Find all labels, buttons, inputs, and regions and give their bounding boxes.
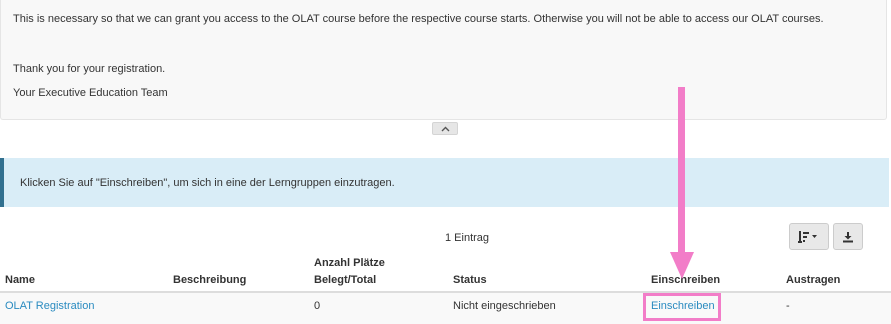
message-line: This is necessary so that we can grant y… [13,13,824,25]
column-header-anzahl-line2: Belegt/Total [314,274,377,286]
entry-count: 1 Eintrag [445,232,490,244]
einschreiben-link[interactable]: Einschreiben [651,300,715,312]
sort-button[interactable] [789,223,829,250]
row-anzahl: 0 [314,300,321,312]
column-header-beschreibung[interactable]: Beschreibung [173,273,246,288]
row-name-link[interactable]: OLAT Registration [5,300,94,312]
column-header-anzahl-line1: Anzahl Plätze [314,257,385,269]
table-row [0,293,891,324]
info-text: Klicken Sie auf "Einschreiben", um sich … [20,177,395,189]
sort-icon [798,230,817,243]
message-line: Your Executive Education Team [13,87,168,99]
message-line: Thank you for your registration. [13,63,166,75]
row-austragen: - [786,300,790,312]
column-header-anzahl[interactable]: Anzahl Plätze Belegt/Total [314,256,385,288]
annotation-arrow-head [670,252,694,279]
download-icon [843,231,853,242]
download-button[interactable] [833,223,863,250]
collapse-button[interactable] [432,122,458,135]
column-header-austragen[interactable]: Austragen [786,273,840,288]
row-status: Nicht eingeschrieben [453,300,556,312]
message-panel: This is necessary so that we can grant y… [0,0,887,120]
chevron-up-icon [441,126,449,131]
info-alert: Klicken Sie auf "Einschreiben", um sich … [0,158,889,207]
column-header-name[interactable]: Name [5,273,35,288]
annotation-arrow-shaft [678,87,685,254]
column-header-status[interactable]: Status [453,273,487,288]
